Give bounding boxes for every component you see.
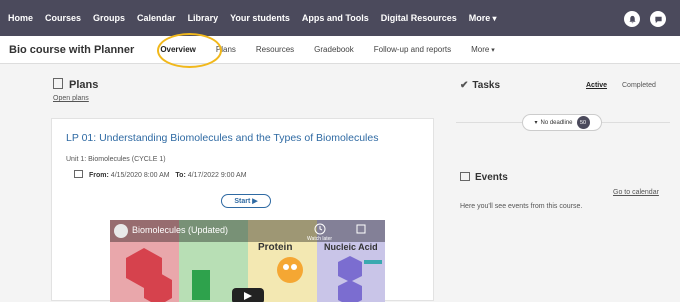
nav-groups[interactable]: Groups: [93, 13, 125, 23]
video-title: Biomolecules (Updated): [132, 225, 229, 235]
overview-highlight-circle: [157, 33, 222, 68]
chat-icon[interactable]: [650, 11, 666, 27]
tab-gradebook[interactable]: Gradebook: [314, 45, 354, 54]
tasks-heading: ✔ Tasks: [460, 80, 501, 91]
no-deadline-filter[interactable]: ▾ No deadline 50: [522, 114, 602, 131]
tab-more[interactable]: More: [471, 45, 495, 54]
open-plans-link[interactable]: Open plans: [53, 95, 89, 102]
nav-library[interactable]: Library: [188, 13, 219, 23]
bell-icon[interactable]: [624, 11, 640, 27]
plan-title-link[interactable]: LP 01: Understanding Biomolecules and th…: [66, 132, 378, 144]
nav-calendar[interactable]: Calendar: [137, 13, 176, 23]
check-icon: ✔: [460, 80, 469, 91]
tab-follow-up-reports[interactable]: Follow-up and reports: [374, 45, 451, 54]
top-navigation: Home Courses Groups Calendar Library You…: [0, 0, 680, 36]
course-navigation: Bio course with Planner Overview Plans R…: [0, 36, 680, 64]
nav-courses[interactable]: Courses: [45, 13, 81, 23]
task-count-badge: 50: [576, 116, 590, 129]
video-panel-nucleic-acid: Nucleic Acid: [324, 242, 378, 252]
sidebar-panel: ✔ Tasks Active Completed ▾ No deadline 50…: [448, 70, 680, 301]
plan-dates: From: 4/15/2020 8:00 AM To: 4/17/2022 9:…: [74, 170, 247, 179]
calendar-icon: [74, 170, 83, 178]
video-embed[interactable]: Biomolecules (Updated) Watch later Prote…: [110, 220, 385, 302]
plans-panel: Plans Open plans LP 01: Understanding Bi…: [45, 70, 435, 302]
nav-home[interactable]: Home: [8, 13, 33, 23]
events-heading: Events: [460, 172, 508, 183]
course-title: Bio course with Planner: [9, 43, 135, 56]
nav-apps-tools[interactable]: Apps and Tools: [302, 13, 369, 23]
start-button[interactable]: Start ▶: [221, 194, 271, 208]
tasks-active-tab[interactable]: Active: [586, 82, 607, 89]
events-empty-text: Here you'll see events from this course.: [460, 203, 583, 210]
nav-more[interactable]: More: [469, 13, 497, 23]
nav-your-students[interactable]: Your students: [230, 13, 290, 23]
go-to-calendar-link[interactable]: Go to calendar: [613, 189, 659, 196]
calendar-icon: [460, 172, 470, 181]
nav-digital-resources[interactable]: Digital Resources: [381, 13, 457, 23]
plan-card: LP 01: Understanding Biomolecules and th…: [51, 118, 434, 302]
tasks-completed-tab[interactable]: Completed: [622, 82, 656, 89]
video-panel-protein: Protein: [258, 242, 293, 253]
plan-unit: Unit 1: Biomolecules (CYCLE 1): [66, 156, 166, 163]
chevron-down-icon: ▾: [534, 120, 538, 126]
plans-icon: [53, 78, 63, 89]
plans-heading: Plans: [53, 78, 98, 91]
tab-resources[interactable]: Resources: [256, 45, 294, 54]
